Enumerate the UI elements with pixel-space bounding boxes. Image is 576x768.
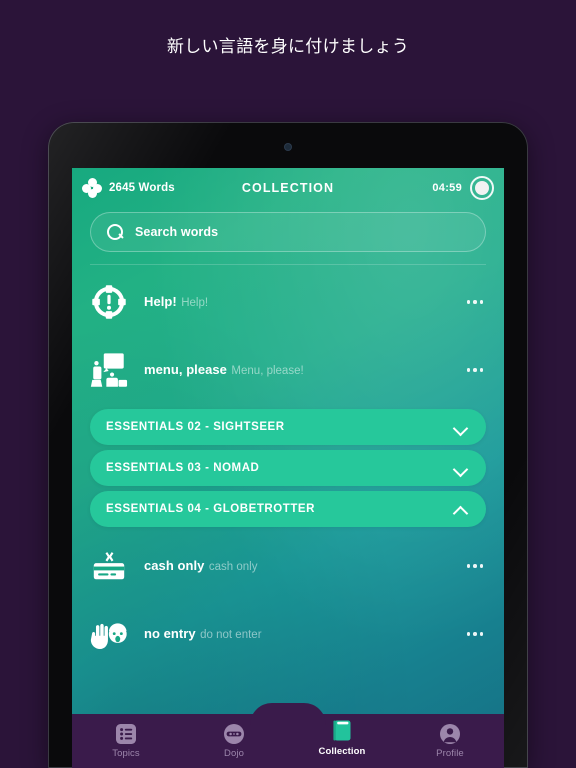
nav-label: Profile (436, 748, 464, 759)
section-header-essentials-04[interactable]: ESSENTIALS 04 - GLOBETROTTER (90, 491, 486, 527)
ninja-icon (223, 723, 245, 745)
chevron-down-icon[interactable] (454, 461, 468, 475)
chevron-up-icon[interactable] (454, 502, 468, 516)
chevron-down-icon[interactable] (454, 420, 468, 434)
list-item[interactable]: cash only cash only (72, 532, 504, 600)
header-divider (90, 264, 486, 265)
section-header-essentials-03[interactable]: ESSENTIALS 03 - NOMAD (90, 450, 486, 486)
word-list: Help! Help! menu, please Menu, please! E… (72, 268, 504, 668)
list-item-body: no entry do not enter (144, 625, 460, 643)
nav-label: Dojo (224, 748, 244, 759)
front-camera-icon (285, 144, 291, 150)
more-horizontal-icon[interactable] (460, 357, 490, 383)
list-item-body: Help! Help! (144, 293, 460, 311)
nav-item-collection[interactable]: Collection (288, 706, 396, 768)
app-bar-right-group: 04:59 (432, 176, 494, 200)
word-translation: Menu, please! (231, 365, 304, 377)
word-term: no entry (144, 626, 196, 641)
page-title: 新しい言語を身に付けましょう (166, 37, 410, 56)
word-term: menu, please (144, 362, 227, 377)
list-item[interactable]: no entry do not enter (72, 600, 504, 668)
more-horizontal-icon[interactable] (460, 553, 490, 579)
list-item-body: cash only cash only (144, 557, 460, 575)
nav-label: Collection (318, 745, 366, 757)
app-screen: 2645 Words COLLECTION 04:59 Search words (72, 168, 504, 768)
section-title: ESSENTIALS 03 - NOMAD (106, 462, 260, 474)
search-bar[interactable]: Search words (90, 212, 486, 252)
nav-item-dojo[interactable]: Dojo (180, 714, 288, 768)
nav-items: Topics Dojo Collection Profile (72, 714, 504, 768)
nav-label: Topics (112, 748, 140, 759)
word-translation: do not enter (200, 629, 262, 641)
search-box[interactable]: Search words (90, 212, 486, 252)
more-horizontal-icon[interactable] (460, 289, 490, 315)
word-term: Help! (144, 294, 177, 309)
waiter-menu-icon (90, 351, 128, 389)
search-input[interactable]: Search words (135, 225, 218, 239)
list-item[interactable]: menu, please Menu, please! (72, 336, 504, 404)
timer-label: 04:59 (432, 182, 462, 194)
more-horizontal-icon[interactable] (460, 621, 490, 647)
search-icon (107, 224, 123, 240)
nav-item-topics[interactable]: Topics (72, 714, 180, 768)
bottom-nav-bar: Topics Dojo Collection Profile (72, 703, 504, 768)
book-icon (330, 718, 355, 743)
section-title: ESSENTIALS 04 - GLOBETROTTER (106, 503, 316, 515)
list-item-body: menu, please Menu, please! (144, 361, 460, 379)
app-bar: 2645 Words COLLECTION 04:59 (72, 168, 504, 208)
word-term: cash only (144, 558, 205, 573)
life-ring-help-icon (90, 283, 128, 321)
tablet-device-frame: 2645 Words COLLECTION 04:59 Search words (48, 122, 528, 768)
word-translation: Help! (181, 297, 209, 309)
screenshot-root: 新しい言語を身に付けましょう 2645 Words COLLECTION 04:… (0, 0, 576, 768)
stop-hand-shouting-face-icon (90, 615, 128, 653)
section-title: ESSENTIALS 02 - SIGHTSEER (106, 421, 285, 433)
section-header-essentials-02[interactable]: ESSENTIALS 02 - SIGHTSEER (90, 409, 486, 445)
list-item[interactable]: Help! Help! (72, 268, 504, 336)
list-icon (115, 723, 137, 745)
person-icon (439, 723, 461, 745)
nav-item-profile[interactable]: Profile (396, 714, 504, 768)
word-translation: cash only (208, 561, 258, 573)
timer-ring-icon[interactable] (470, 176, 494, 200)
credit-card-no-icon (90, 547, 128, 585)
